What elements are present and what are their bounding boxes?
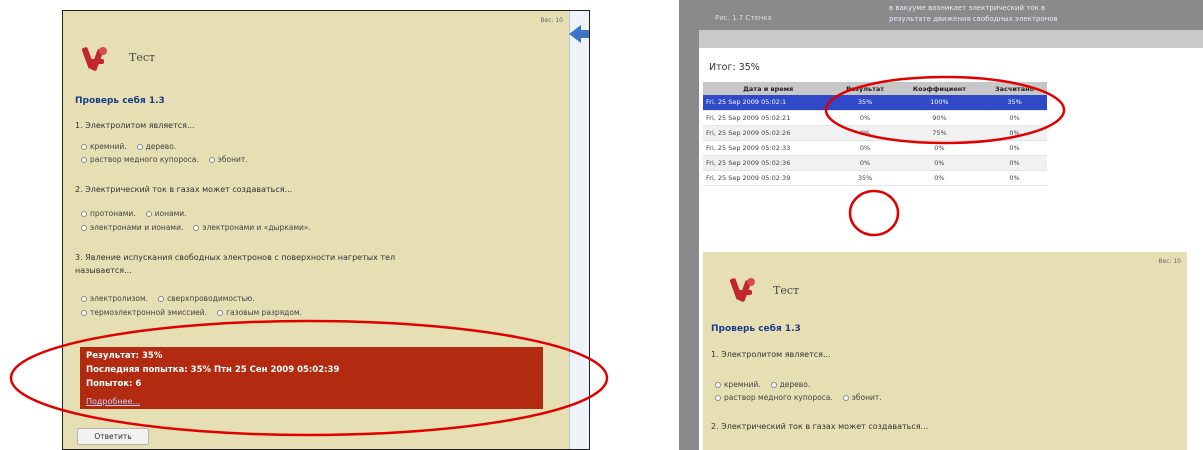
- col-date[interactable]: Дата и время: [703, 82, 834, 95]
- result-box: Результат: 35% Последняя попытка: 35% Пт…: [80, 347, 543, 409]
- radio-button[interactable]: [81, 225, 87, 231]
- cell-counted: 0%: [982, 155, 1047, 171]
- left-screenshot: Вес: 10 Тест Проверь себя 1.3 1. Электро…: [62, 10, 590, 450]
- test-logo-icon: [729, 276, 757, 304]
- table-row[interactable]: Fri, 25 Sep 2009 05:02:1 35% 100% 35%: [703, 95, 1047, 111]
- cell-coef: 0%: [896, 155, 983, 171]
- radio-button[interactable]: [81, 296, 87, 302]
- radio-button[interactable]: [193, 225, 200, 231]
- cell-result: 35%: [833, 170, 897, 186]
- radio-button[interactable]: [81, 144, 87, 150]
- cell-coef: 75%: [896, 125, 983, 141]
- radio-button[interactable]: [208, 157, 215, 163]
- cell-date: Fri, 25 Sep 2009 05:02:1: [703, 95, 834, 111]
- cell-counted: 0%: [982, 170, 1047, 186]
- cell-date: Fri, 25 Sep 2009 05:02:33: [703, 140, 834, 156]
- cell-date: Fri, 25 Sep 2009 05:02:39: [703, 170, 834, 186]
- cell-result: 35%: [833, 95, 897, 111]
- question-1: 1. Электролитом является...: [75, 121, 195, 130]
- cell-counted: 35%: [982, 95, 1047, 111]
- radio-button[interactable]: [81, 211, 87, 217]
- top-text-2: результате движения свободных электронов: [889, 15, 1058, 23]
- question-3-line2: называется...: [75, 266, 132, 275]
- cell-date: Fri, 25 Sep 2009 05:02:26: [703, 125, 834, 141]
- answer-button[interactable]: Ответить: [77, 428, 149, 445]
- cell-coef: 0%: [896, 140, 983, 156]
- question-1: 1. Электролитом является...: [711, 350, 831, 359]
- q1-options-row2: раствор медного купороса. эбонит.: [81, 155, 248, 164]
- cell-coef: 90%: [896, 110, 983, 126]
- q1-options-row1: кремний. дерево.: [81, 142, 176, 151]
- table-row[interactable]: Fri, 25 Sep 2009 05:02:33 0% 0% 0%: [703, 140, 1047, 156]
- cell-result: 0%: [833, 110, 897, 126]
- cell-coef: 100%: [896, 95, 983, 111]
- question-2: 2. Электрический ток в газах может созда…: [75, 185, 293, 194]
- section-link[interactable]: Проверь себя 1.3: [711, 324, 801, 334]
- cell-result: 0%: [833, 155, 897, 171]
- cell-counted: 0%: [982, 110, 1047, 126]
- col-counted[interactable]: Засчитано: [982, 82, 1047, 95]
- radio-button[interactable]: [145, 211, 152, 217]
- question-2: 2. Электрический ток в газах может созда…: [711, 422, 929, 431]
- radio-button[interactable]: [715, 382, 721, 388]
- figure-caption: Рис. 1.7 Стенка: [715, 14, 772, 22]
- q2-options-row1: протонами. ионами.: [81, 209, 187, 218]
- quiz-weight: Вес: 10: [540, 17, 563, 24]
- back-arrow-tail: [580, 30, 589, 38]
- last-attempt: Последняя попытка: 35% Птн 25 Сен 2009 0…: [86, 365, 340, 375]
- top-text-1: в вакууме возникает электрический ток в: [889, 4, 1046, 12]
- cell-counted: 0%: [982, 140, 1047, 156]
- cell-coef: 0%: [896, 170, 983, 186]
- q1-options-row2: раствор медного купороса. эбонит.: [715, 393, 882, 402]
- frame-strip: [699, 30, 1203, 48]
- test-logo-icon: [81, 45, 109, 73]
- question-3-line1: 3. Явление испускания свободных электрон…: [75, 253, 396, 262]
- quiz-panel: Вес: 10 Тест Проверь себя 1.3 1. Электро…: [63, 11, 569, 449]
- radio-button[interactable]: [136, 144, 143, 150]
- table-row[interactable]: Fri, 25 Sep 2009 05:02:26 0% 75% 0%: [703, 125, 1047, 141]
- section-link[interactable]: Проверь себя 1.3: [75, 96, 165, 106]
- cell-date: Fri, 25 Sep 2009 05:02:36: [703, 155, 834, 171]
- radio-button[interactable]: [715, 395, 721, 401]
- radio-button[interactable]: [770, 382, 777, 388]
- radio-button[interactable]: [81, 310, 87, 316]
- table-header-row: Дата и время Результат Коэффициент Засчи…: [703, 82, 1047, 95]
- quiz-title: Тест: [773, 284, 800, 297]
- total-score: Итог: 35%: [709, 62, 760, 73]
- radio-button[interactable]: [158, 296, 165, 302]
- table-row[interactable]: Fri, 25 Sep 2009 05:02:39 35% 0% 0%: [703, 170, 1047, 186]
- q3-options-row1: электролизом. сверхпроводимостью.: [81, 294, 255, 303]
- q1-options-row1: кремний. дерево.: [715, 380, 810, 389]
- cell-counted: 0%: [982, 125, 1047, 141]
- result-percent: Результат: 35%: [86, 351, 163, 361]
- table-row[interactable]: Fri, 25 Sep 2009 05:02:21 0% 90% 0%: [703, 110, 1047, 126]
- q2-options-row2: электронами и ионами. электронами и «дырк…: [81, 223, 311, 232]
- q3-options-row2: термоэлектронной эмиссией. газовым разряд…: [81, 308, 302, 317]
- table-row[interactable]: Fri, 25 Sep 2009 05:02:36 0% 0% 0%: [703, 155, 1047, 171]
- attempts-count: Попыток: 6: [86, 379, 142, 389]
- radio-button[interactable]: [217, 310, 224, 316]
- scrollbar[interactable]: [569, 11, 589, 449]
- quiz-weight: Вес: 10: [1158, 258, 1181, 265]
- details-link[interactable]: Подробнее...: [86, 397, 140, 406]
- right-screenshot: Рис. 1.7 Стенка в вакууме возникает элек…: [679, 0, 1203, 450]
- cell-date: Fri, 25 Sep 2009 05:02:21: [703, 110, 834, 126]
- attempts-table: Дата и время Результат Коэффициент Засчи…: [703, 82, 1047, 186]
- quiz-panel-preview: Вес: 10 Тест Проверь себя 1.3 1. Электро…: [703, 252, 1187, 450]
- col-result[interactable]: Результат: [833, 82, 897, 95]
- cell-result: 0%: [833, 140, 897, 156]
- cell-result: 0%: [833, 125, 897, 141]
- radio-button[interactable]: [842, 395, 849, 401]
- radio-button[interactable]: [81, 157, 87, 163]
- col-coef[interactable]: Коэффициент: [896, 82, 983, 95]
- quiz-title: Тест: [129, 51, 156, 64]
- window-frame-left: [679, 0, 699, 450]
